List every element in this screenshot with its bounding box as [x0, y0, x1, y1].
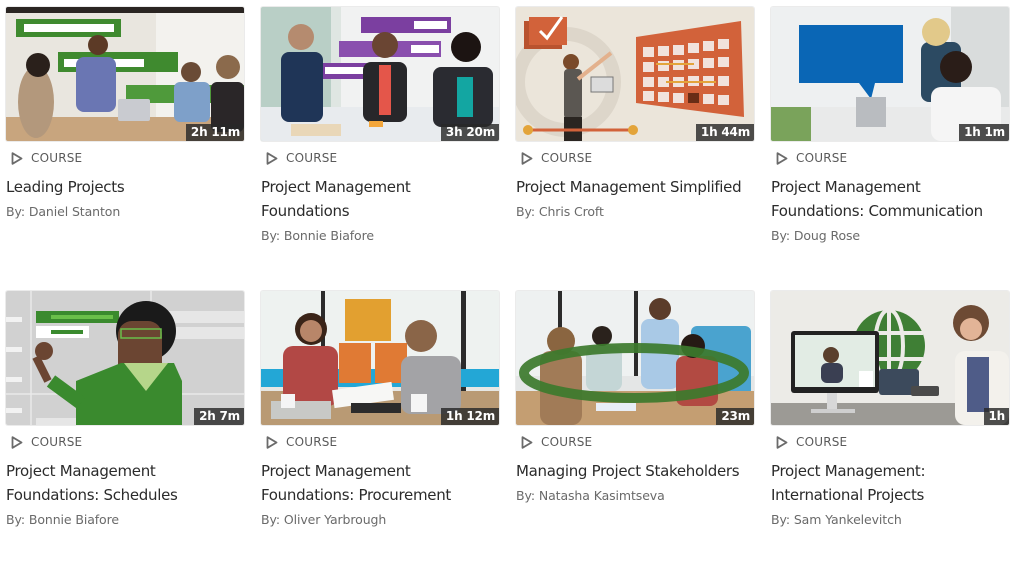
content-type: COURSE	[516, 150, 754, 166]
course-author: By: Doug Rose	[771, 228, 861, 243]
thumbnail-image	[516, 7, 754, 141]
duration-badge: 1h 44m	[695, 124, 754, 141]
course-thumbnail[interactable]: 1h	[771, 291, 1009, 425]
thumbnail-image	[771, 7, 1009, 141]
content-type: COURSE	[6, 434, 244, 450]
course-title[interactable]: Project Management Simplified	[516, 175, 752, 199]
play-icon	[521, 151, 533, 165]
course-title[interactable]: Project Management Foundations: Communic…	[771, 175, 1007, 223]
duration-badge: 2h 11m	[185, 124, 244, 141]
course-author: By: Bonnie Biafore	[6, 512, 119, 527]
course-card[interactable]: 23m COURSE Managing Project Stakeholders…	[516, 291, 754, 575]
thumbnail-image	[6, 7, 244, 141]
duration-badge: 1h	[983, 408, 1009, 425]
course-thumbnail[interactable]: 3h 20m	[261, 7, 499, 141]
content-type: COURSE	[261, 434, 499, 450]
course-thumbnail[interactable]: 1h 1m	[771, 7, 1009, 141]
thumbnail-image	[6, 291, 244, 425]
duration-badge: 1h 1m	[959, 124, 1009, 141]
course-card[interactable]: 2h 7m COURSE Project Management Foundati…	[6, 291, 244, 575]
thumbnail-image	[516, 291, 754, 425]
course-card[interactable]: 3h 20m COURSE Project Management Foundat…	[261, 7, 499, 291]
course-thumbnail[interactable]: 2h 11m	[6, 7, 244, 141]
course-thumbnail[interactable]: 23m	[516, 291, 754, 425]
course-title[interactable]: Leading Projects	[6, 175, 242, 199]
content-type-label: COURSE	[796, 435, 848, 449]
content-type: COURSE	[771, 150, 1009, 166]
play-icon	[11, 435, 23, 449]
content-type-label: COURSE	[541, 435, 593, 449]
course-title[interactable]: Project Management Foundations: Schedule…	[6, 459, 242, 507]
duration-badge: 1h 12m	[440, 408, 499, 425]
content-type-label: COURSE	[286, 435, 338, 449]
course-author: By: Daniel Stanton	[6, 204, 121, 219]
course-card[interactable]: 1h 12m COURSE Project Management Foundat…	[261, 291, 499, 575]
play-icon	[521, 435, 533, 449]
course-thumbnail[interactable]: 1h 12m	[261, 291, 499, 425]
content-type-label: COURSE	[286, 151, 338, 165]
course-thumbnail[interactable]: 1h 44m	[516, 7, 754, 141]
content-type: COURSE	[261, 150, 499, 166]
duration-badge: 23m	[716, 408, 754, 425]
course-card[interactable]: 1h 1m COURSE Project Management Foundati…	[771, 7, 1009, 291]
play-icon	[776, 435, 788, 449]
play-icon	[266, 435, 278, 449]
course-card[interactable]: 1h 44m COURSE Project Management Simplif…	[516, 7, 754, 291]
course-author: By: Bonnie Biafore	[261, 228, 374, 243]
course-title[interactable]: Managing Project Stakeholders	[516, 459, 752, 483]
course-thumbnail[interactable]: 2h 7m	[6, 291, 244, 425]
course-title[interactable]: Project Management Foundations	[261, 175, 497, 223]
thumbnail-image	[771, 291, 1009, 425]
content-type-label: COURSE	[31, 151, 83, 165]
content-type-label: COURSE	[31, 435, 83, 449]
course-title[interactable]: Project Management: International Projec…	[771, 459, 1007, 507]
course-card[interactable]: 2h 11m COURSE Leading Projects By: Danie…	[6, 7, 244, 291]
course-card[interactable]: 1h COURSE Project Management: Internatio…	[771, 291, 1009, 575]
duration-badge: 3h 20m	[440, 124, 499, 141]
content-type-label: COURSE	[541, 151, 593, 165]
play-icon	[11, 151, 23, 165]
course-author: By: Oliver Yarbrough	[261, 512, 387, 527]
course-author: By: Chris Croft	[516, 204, 604, 219]
course-title[interactable]: Project Management Foundations: Procurem…	[261, 459, 497, 507]
course-author: By: Natasha Kasimtseva	[516, 488, 665, 503]
play-icon	[266, 151, 278, 165]
content-type: COURSE	[516, 434, 754, 450]
duration-badge: 2h 7m	[194, 408, 244, 425]
content-type-label: COURSE	[796, 151, 848, 165]
content-type: COURSE	[6, 150, 244, 166]
course-grid: 2h 11m COURSE Leading Projects By: Danie…	[6, 7, 1009, 575]
content-type: COURSE	[771, 434, 1009, 450]
thumbnail-image	[261, 7, 499, 141]
play-icon	[776, 151, 788, 165]
course-author: By: Sam Yankelevitch	[771, 512, 902, 527]
thumbnail-image	[261, 291, 499, 425]
